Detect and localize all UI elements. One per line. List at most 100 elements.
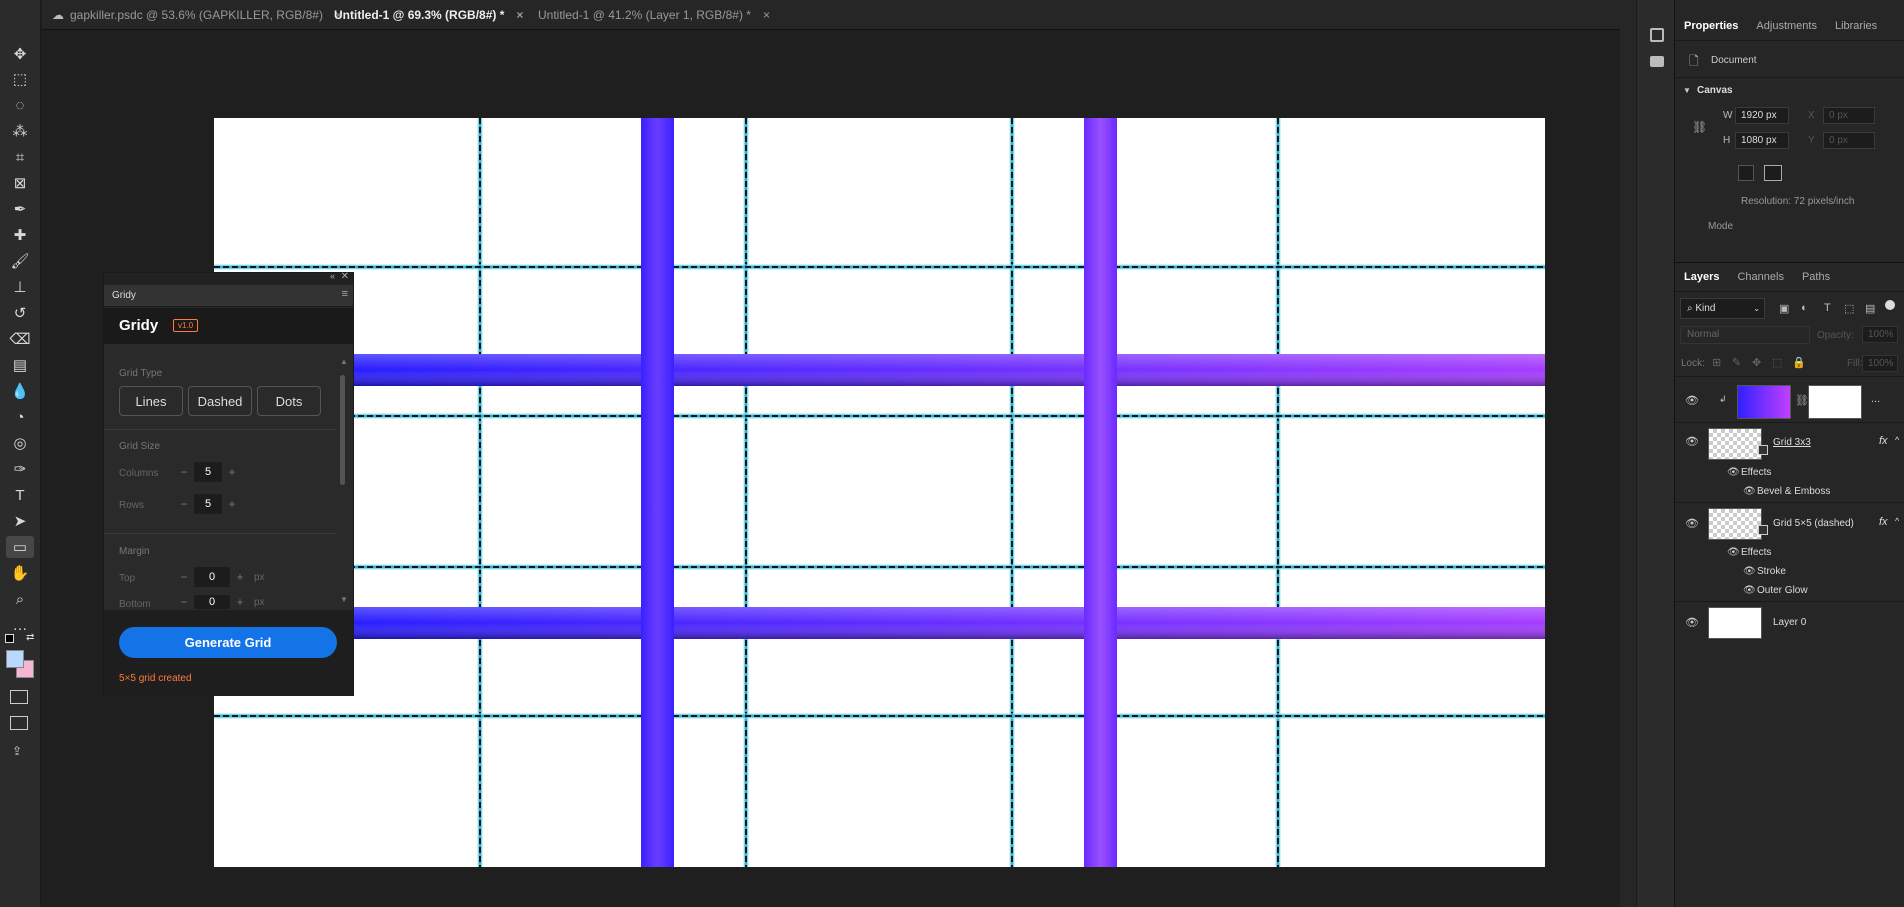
increment-button[interactable]: + <box>230 567 250 587</box>
panel-scroll-thumb[interactable] <box>340 375 345 485</box>
smart-object-filter-icon[interactable]: ▤ <box>1865 302 1875 315</box>
chevron-up-icon[interactable]: ^ <box>1895 435 1899 445</box>
tab-adjustments[interactable]: Adjustments <box>1747 20 1826 32</box>
layer-row-grid-3x3[interactable]: 👁 Grid 3x3 fx ^ 👁 Effects 👁 Bevel & Embo… <box>1675 423 1904 501</box>
lasso-icon[interactable]: ◌ <box>6 94 34 116</box>
zoom-icon[interactable]: ⌕ <box>6 588 34 610</box>
decrement-button[interactable]: − <box>174 595 194 609</box>
brush-icon[interactable]: 🖌 <box>6 250 34 272</box>
tab-untitled-1-active[interactable]: Untitled-1 @ 69.3% (RGB/8#) * × <box>334 0 523 30</box>
tab-gridy[interactable]: Gridy <box>112 290 136 301</box>
layer-thumbnail[interactable] <box>1708 508 1762 540</box>
layer-row-gradient[interactable]: 👁 ↲ ⛓ ... <box>1675 380 1904 422</box>
eraser-icon[interactable]: ⌫ <box>6 328 34 350</box>
path-select-icon[interactable]: ➤ <box>6 510 34 532</box>
layer-name[interactable]: Grid 5×5 (dashed) <box>1773 518 1854 529</box>
history-brush-icon[interactable]: ↺ <box>6 302 34 324</box>
bottom-stepper[interactable]: −0 + px <box>174 595 265 609</box>
collapse-icon[interactable]: « <box>330 271 335 281</box>
comments-icon[interactable] <box>1650 56 1664 67</box>
move-icon[interactable]: ✥ <box>6 43 34 65</box>
height-field[interactable]: 1080 px <box>1735 132 1789 149</box>
swap-colors-icon[interactable]: ⇄ <box>26 632 36 643</box>
type-icon[interactable]: T <box>6 484 34 506</box>
chevron-down-icon[interactable]: ▼ <box>1683 86 1691 95</box>
blur-icon[interactable]: 💧 <box>6 380 34 402</box>
decrement-button[interactable]: − <box>174 567 194 587</box>
pen-icon[interactable]: ✑ <box>6 458 34 480</box>
generate-grid-button[interactable]: Generate Grid <box>119 627 337 658</box>
document-canvas[interactable] <box>214 118 1545 867</box>
layer-name[interactable]: Layer 0 <box>1773 617 1806 628</box>
marquee-icon[interactable]: ⬚ <box>6 68 34 90</box>
fx-icon[interactable]: fx <box>1879 516 1888 528</box>
panel-titlebar[interactable]: « ✕ <box>104 271 353 285</box>
share-icon[interactable]: ⇪ <box>12 744 28 758</box>
default-colors-icon[interactable] <box>5 634 14 643</box>
quick-mask-icon[interactable] <box>10 690 28 704</box>
rows-stepper[interactable]: −5 + <box>174 494 242 514</box>
close-icon[interactable]: × <box>763 0 770 30</box>
hand-icon[interactable]: ✋ <box>6 562 34 584</box>
layer-row-grid-5x5[interactable]: 👁 Grid 5×5 (dashed) fx ^ 👁 Effects 👁 Str… <box>1675 503 1904 600</box>
panel-menu-icon[interactable]: ≡ <box>342 288 348 300</box>
sponge-icon[interactable]: ◎ <box>6 432 34 454</box>
tab-gapkiller[interactable]: ☁ gapkiller.psdc @ 53.6% (GAPKILLER, RGB… <box>52 0 342 30</box>
history-icon[interactable] <box>1650 28 1664 42</box>
effect-stroke[interactable]: Stroke <box>1757 566 1786 577</box>
layer-row-layer-0[interactable]: 👁 Layer 0 <box>1675 602 1904 642</box>
top-stepper[interactable]: −0 + px <box>174 567 265 587</box>
dodge-icon[interactable]: ◔ <box>6 406 34 428</box>
fx-icon[interactable]: fx <box>1879 435 1888 447</box>
increment-button[interactable]: + <box>230 595 250 609</box>
layer-thumbnail[interactable] <box>1708 428 1762 460</box>
filter-toggle-icon[interactable] <box>1885 300 1895 310</box>
eye-icon[interactable]: 👁 <box>1727 467 1740 478</box>
bottom-value[interactable]: 0 <box>194 595 230 609</box>
scroll-up-icon[interactable]: ▲ <box>340 357 348 366</box>
eye-icon[interactable]: 👁 <box>1685 435 1699 448</box>
eye-icon[interactable]: 👁 <box>1685 394 1699 407</box>
link-icon[interactable]: ⛓ <box>1692 120 1707 134</box>
screen-mode-icon[interactable] <box>10 716 28 730</box>
kind-filter[interactable]: ⌕ Kind ⌄ <box>1680 298 1765 319</box>
tab-channels[interactable]: Channels <box>1728 271 1792 283</box>
mask-thumbnail[interactable] <box>1808 385 1862 419</box>
tab-libraries[interactable]: Libraries <box>1826 20 1886 32</box>
eye-icon[interactable]: 👁 <box>1743 585 1756 596</box>
type-dashed-button[interactable]: Dashed <box>188 386 252 416</box>
magic-wand-icon[interactable]: ⁂ <box>6 120 34 142</box>
decrement-button[interactable]: − <box>174 462 194 482</box>
scroll-down-icon[interactable]: ▼ <box>340 595 348 604</box>
top-value[interactable]: 0 <box>194 567 230 587</box>
close-icon[interactable]: ✕ <box>341 271 349 282</box>
eye-icon[interactable]: 👁 <box>1743 566 1756 577</box>
eye-icon[interactable]: 👁 <box>1727 547 1740 558</box>
foreground-color-swatch[interactable] <box>6 650 24 668</box>
gradient-thumbnail[interactable] <box>1737 385 1791 419</box>
frame-icon[interactable]: ⊠ <box>6 172 34 194</box>
landscape-icon[interactable] <box>1764 165 1782 181</box>
effect-outer-glow[interactable]: Outer Glow <box>1757 585 1808 596</box>
increment-button[interactable]: + <box>222 462 242 482</box>
increment-button[interactable]: + <box>222 494 242 514</box>
type-dots-button[interactable]: Dots <box>257 386 321 416</box>
rectangle-icon[interactable]: ▭ <box>6 536 34 558</box>
chevron-up-icon[interactable]: ^ <box>1895 516 1899 526</box>
layer-thumbnail[interactable] <box>1708 607 1762 639</box>
eye-icon[interactable]: 👁 <box>1685 517 1699 530</box>
more-icon[interactable]: ... <box>1871 393 1880 405</box>
type-lines-button[interactable]: Lines <box>119 386 183 416</box>
rows-value[interactable]: 5 <box>194 494 222 514</box>
columns-value[interactable]: 5 <box>194 462 222 482</box>
spot-heal-icon[interactable]: ✚ <box>6 224 34 246</box>
tab-paths[interactable]: Paths <box>1793 271 1839 283</box>
image-filter-icon[interactable]: ▣ <box>1779 302 1789 315</box>
gradient-icon[interactable]: ▤ <box>6 354 34 376</box>
tab-layers[interactable]: Layers <box>1675 271 1728 283</box>
stamp-icon[interactable]: ⊥ <box>6 276 34 298</box>
layer-name[interactable]: Grid 3x3 <box>1773 437 1811 448</box>
columns-stepper[interactable]: −5 + <box>174 462 242 482</box>
tab-properties[interactable]: Properties <box>1675 20 1747 32</box>
close-icon[interactable]: × <box>516 0 523 30</box>
